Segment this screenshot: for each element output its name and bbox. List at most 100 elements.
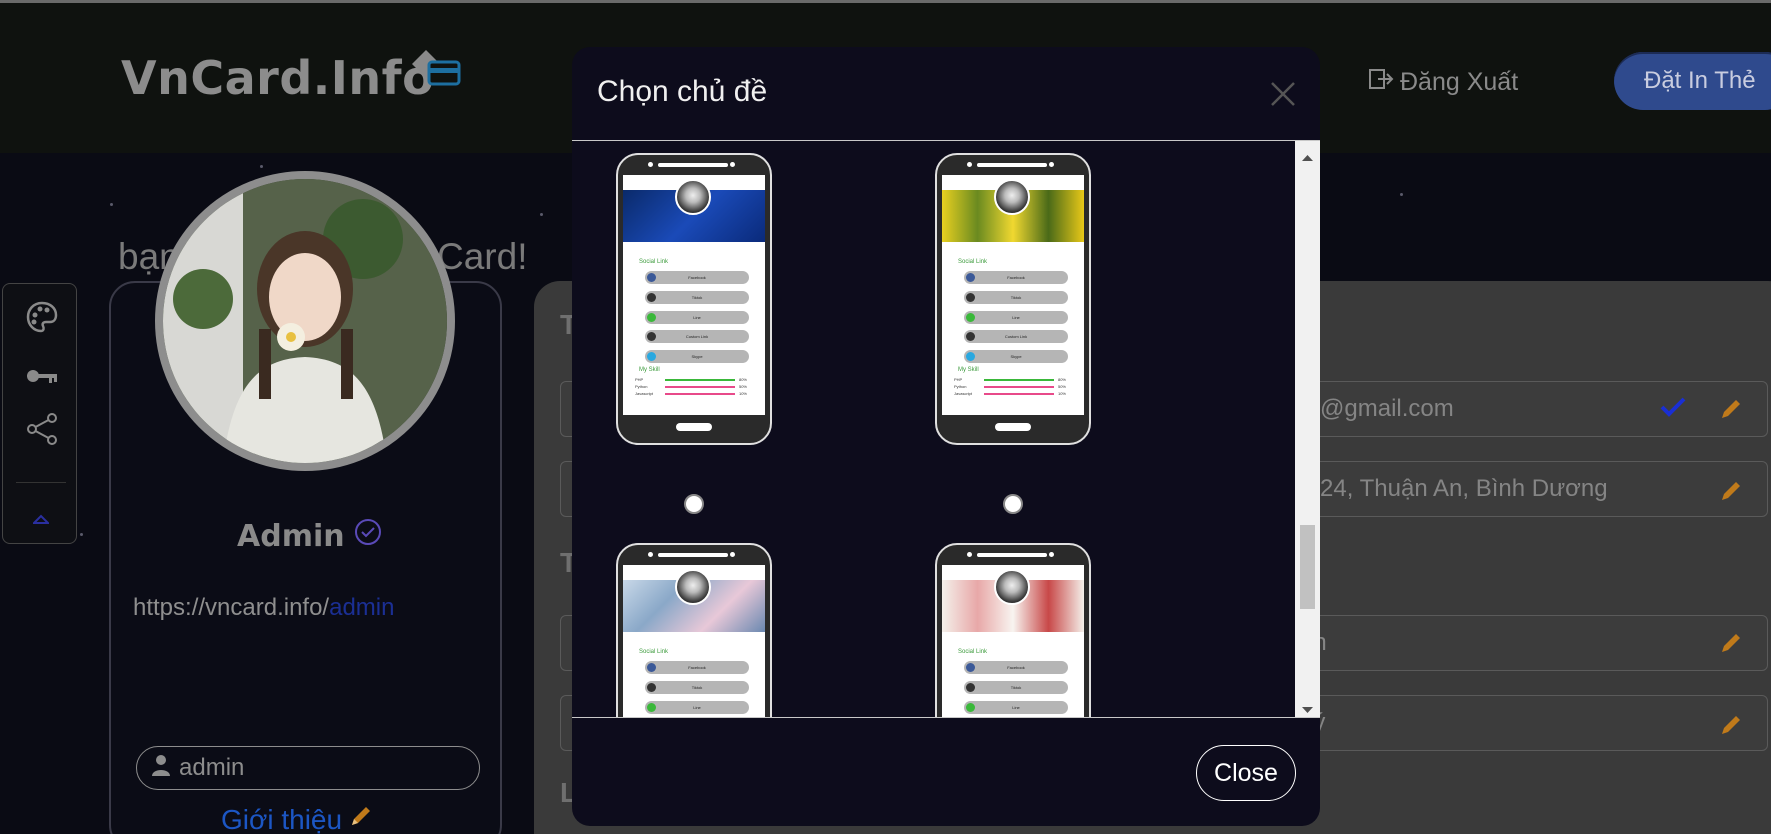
theme-radio[interactable] [684,494,704,514]
order-card-button[interactable]: Đặt In Thẻ [1614,52,1771,110]
theme-skill-label: My Skill [639,367,660,373]
decor-star [260,165,263,168]
theme-preview-phone[interactable]: Social Link Facebook Tiktok Line Custom … [935,153,1091,445]
theme-link-label: Custom Link [1004,334,1028,339]
palette-icon[interactable] [25,300,59,339]
verified-icon [353,517,383,555]
theme-link-pill: Line [645,701,749,714]
theme-preview-phone[interactable]: Social Link Facebook Tiktok Line [935,543,1091,717]
skill-name: PHP [954,377,963,382]
theme-link-label: Tiktok [1010,295,1022,300]
modal-close-icon[interactable] [1270,81,1296,112]
theme-link-label: Facebook [688,275,706,280]
phone-camera [648,552,653,557]
decor-star [540,213,543,216]
email-value: tu@gmail.com [1300,395,1454,422]
theme-link-pill: Tiktok [964,681,1068,694]
profile-url[interactable]: https://vncard.info/admin [133,594,394,622]
theme-link-label: Tiktok [1010,685,1022,690]
theme-link-label: Facebook [1007,275,1025,280]
theme-link-pill: Custom Link [645,330,749,343]
skill-value: 10% [738,391,747,396]
phone-camera [967,552,972,557]
share-icon[interactable] [25,412,59,451]
scrollbar-thumb[interactable] [1300,525,1315,609]
skill-name: Javascript [635,391,654,396]
theme-link-pill: Line [645,311,749,324]
key-icon[interactable] [25,366,59,391]
theme-link-label: Skype [1010,354,1022,359]
phone-home-button [995,423,1031,431]
logout-link[interactable]: Đăng Xuất [1368,67,1518,98]
theme-link-pill: Tiktok [645,291,749,304]
theme-link-pill: Facebook [964,271,1068,284]
skill-value: 50% [738,384,747,389]
username-field[interactable]: admin [136,746,480,790]
scroll-up-icon[interactable] [1302,149,1313,167]
theme-screen: Social Link Facebook Tiktok Line [942,565,1084,717]
theme-preview-phone[interactable]: Social Link Facebook Tiktok Line Custom … [616,153,772,445]
decor-star [80,533,83,536]
phone-speaker [977,163,1047,167]
card-tag-icon [410,47,462,94]
theme-skill-row: Javascript 10% [954,391,1072,397]
phone-sensor [1049,162,1054,167]
location-field[interactable]: uý [1288,696,1758,752]
theme-preview-phone[interactable]: Social Link Facebook Tiktok Line [616,543,772,717]
theme-social-label: Social Link [958,649,988,655]
theme-skill-row: Python 50% [635,384,753,390]
theme-link-label: Tiktok [691,685,703,690]
intro-link[interactable]: Giới thiệu [221,803,374,834]
theme-radio[interactable] [1003,494,1023,514]
skill-name: Python [635,384,648,389]
collapse-up-icon[interactable] [31,512,51,530]
theme-link-label: Facebook [688,665,706,670]
skill-bar [984,386,1054,388]
theme-modal: Chọn chủ đề Social Link Facebook Tiktok … [572,47,1320,826]
edit-email-icon[interactable] [1718,396,1744,427]
theme-avatar [675,569,711,605]
theme-link-pill: Tiktok [964,291,1068,304]
name-field[interactable]: an [1288,616,1758,672]
edit-location-icon[interactable] [1718,712,1744,743]
tool-sidebar [2,283,77,544]
theme-screen: Social Link Facebook Tiktok Line Custom … [942,175,1084,415]
theme-screen: Social Link Facebook Tiktok Line [623,565,765,717]
phone-camera [648,162,653,167]
username-value: admin [179,754,245,781]
theme-link-pill: Tiktok [645,681,749,694]
theme-avatar [994,179,1030,215]
edit-name-icon[interactable] [1718,630,1744,661]
theme-link-pill: Custom Link [964,330,1068,343]
edit-address-icon[interactable] [1718,478,1744,509]
theme-link-label: Custom Link [685,334,709,339]
theme-social-label: Social Link [639,649,669,655]
skill-name: Python [954,384,967,389]
decor-star [1400,193,1403,196]
profile-name-text: Admin [237,518,345,554]
modal-close-button[interactable]: Close [1196,745,1296,801]
phone-speaker [658,553,728,557]
theme-social-label: Social Link [639,259,669,265]
address-field[interactable]: a 24, Thuận An, Bình Dương [1288,462,1758,518]
welcome-text-right: Card! [437,236,528,277]
skill-name: PHP [635,377,644,382]
theme-skill-label: My Skill [958,367,979,373]
phone-speaker [658,163,728,167]
phone-sensor [730,162,735,167]
modal-scrollbar[interactable] [1295,141,1320,717]
site-logo[interactable]: VnCard.Info [121,51,434,105]
theme-link-label: Facebook [1007,665,1025,670]
theme-list[interactable]: Social Link Facebook Tiktok Line Custom … [572,141,1295,717]
theme-skill-row: Javascript 10% [635,391,753,397]
profile-url-prefix: https://vncard.info/ [133,594,330,621]
decor-star [110,203,113,206]
phone-home-button [676,423,712,431]
theme-avatar [994,569,1030,605]
phone-speaker [977,553,1047,557]
sidebar-divider [16,482,66,483]
skill-bar [665,379,735,381]
verified-check-icon [1660,396,1703,423]
profile-avatar[interactable] [155,171,455,471]
theme-link-pill: Facebook [964,661,1068,674]
